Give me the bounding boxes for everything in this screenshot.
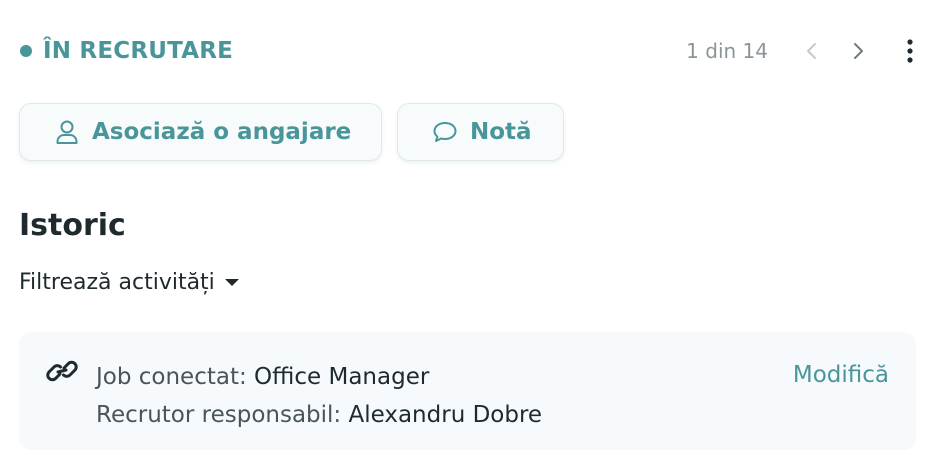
caret-down-icon	[224, 279, 239, 286]
note-label: Notă	[470, 119, 532, 145]
chevron-right-icon	[854, 43, 863, 59]
job-line: Job conectat: Office Manager	[96, 358, 542, 396]
job-label: Job conectat:	[96, 364, 255, 390]
job-value: Office Manager	[254, 364, 430, 390]
more-options-button[interactable]	[898, 37, 922, 65]
chat-bubble-icon	[432, 119, 458, 145]
more-vertical-icon	[907, 39, 913, 63]
filter-activities-label: Filtrează activități	[19, 270, 215, 295]
user-icon	[54, 119, 80, 145]
pager-count: 1 din 14	[686, 39, 768, 63]
associate-hire-label: Asociază o angajare	[92, 119, 352, 145]
recruiter-line: Recrutor responsabil: Alexandru Dobre	[96, 396, 542, 434]
associate-hire-button[interactable]: Asociază o angajare	[19, 103, 382, 161]
filter-activities-dropdown[interactable]: Filtrează activități	[19, 270, 239, 295]
status-header: ÎN RECRUTARE	[20, 33, 233, 69]
next-button[interactable]	[844, 37, 872, 65]
status-dot	[20, 45, 32, 57]
recruiter-value: Alexandru Dobre	[348, 402, 543, 428]
note-button[interactable]: Notă	[397, 103, 564, 161]
activity-details: Job conectat: Office Manager Recrutor re…	[96, 358, 542, 434]
status-label: ÎN RECRUTARE	[43, 38, 234, 64]
pager: 1 din 14	[686, 33, 922, 69]
edit-link[interactable]: Modifică	[793, 362, 889, 388]
recruiter-label: Recrutor responsabil:	[96, 402, 349, 428]
activity-card: Job conectat: Office Manager Recrutor re…	[19, 332, 916, 450]
action-buttons: Asociază o angajare Notă	[19, 103, 564, 161]
chevron-left-icon	[807, 43, 816, 59]
previous-button[interactable]	[798, 37, 826, 65]
history-title: Istoric	[19, 208, 126, 243]
link-icon	[46, 358, 78, 384]
